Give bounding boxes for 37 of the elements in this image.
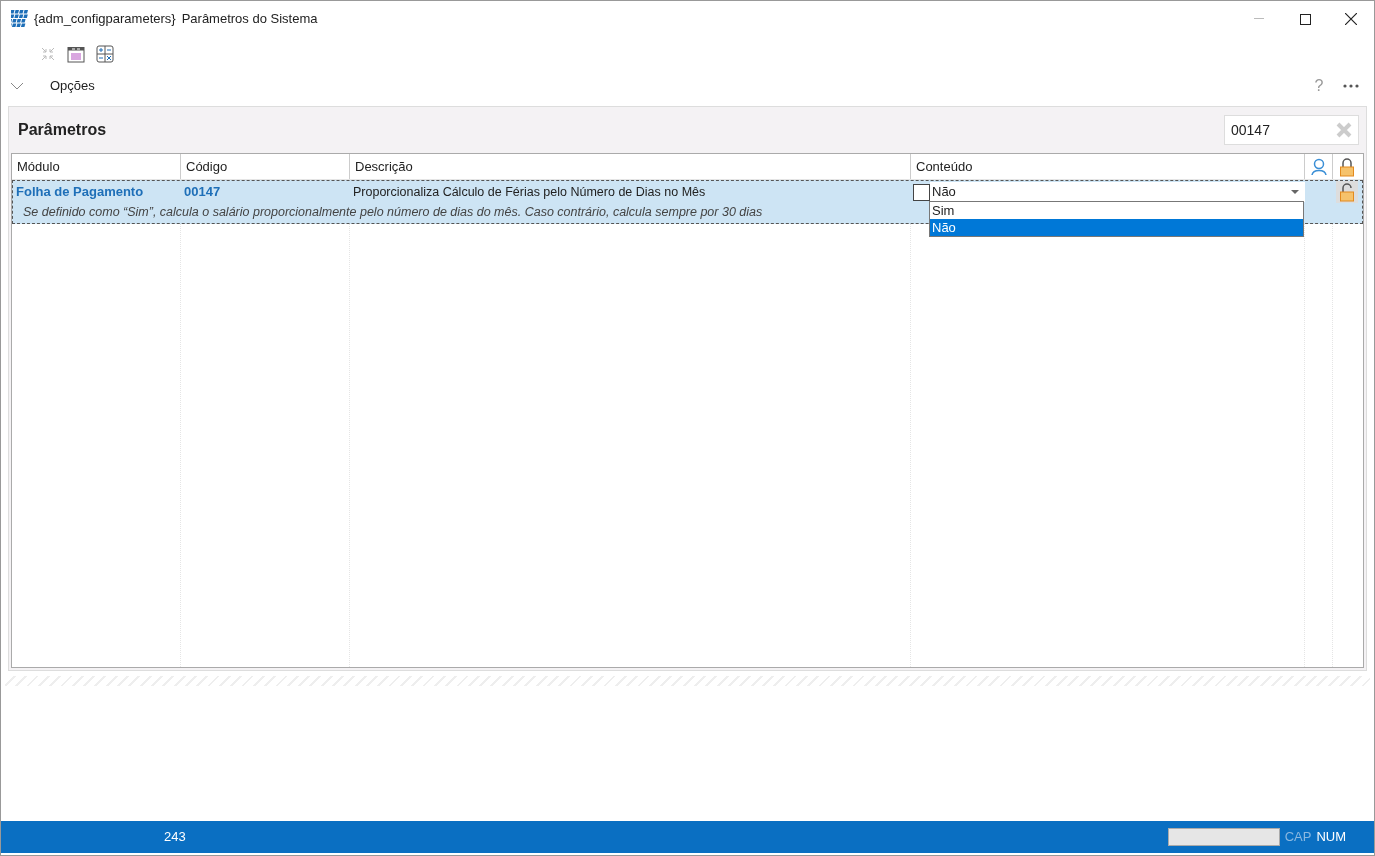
lock-icon	[1339, 182, 1355, 202]
column-header[interactable]: Descrição	[355, 156, 413, 177]
options-label: Opções	[50, 77, 95, 96]
table-cell-text: Folha de Pagamento	[16, 183, 144, 202]
maximize-icon	[1299, 13, 1311, 25]
row-hint: Se definido como “Sim”, calcula o salário proporcionalmente pelo número de dias do mês. Caso contrário, calcula sempre por 30 dias	[23, 203, 763, 221]
dropdown-field[interactable]: Não	[930, 182, 1305, 202]
checkbox[interactable]	[913, 183, 930, 201]
panel-title: Parâmetros	[18, 120, 107, 140]
column-header[interactable]: Módulo	[17, 156, 60, 177]
chevron-icon	[10, 82, 24, 90]
column-header[interactable]: Conteúdo	[916, 156, 973, 177]
caret-icon	[1291, 190, 1299, 194]
clear-icon	[1335, 121, 1353, 139]
user-icon[interactable]	[1309, 157, 1328, 176]
dropdown-option[interactable]: Não	[930, 219, 1303, 236]
calculator-icon	[96, 45, 114, 63]
table-cell-text: 00147	[184, 183, 221, 202]
collapse-icon	[40, 46, 56, 62]
key-indicator: NUM	[1316, 828, 1346, 847]
more-icon	[1343, 84, 1359, 88]
search-input[interactable]: 00147	[1231, 119, 1331, 141]
calendar-icon	[67, 45, 85, 63]
logo-icon	[11, 10, 29, 28]
record-count: 243	[164, 828, 186, 847]
table-cell-text: Proporcionaliza Cálculo de Férias pelo Número de Dias no Mês	[353, 183, 706, 201]
window-subtitle: Parâmetros do Sistema	[181, 10, 318, 29]
column-header[interactable]: Código	[186, 156, 228, 177]
lock-button[interactable]	[1336, 181, 1358, 203]
minimize-icon	[1254, 18, 1264, 20]
search-field[interactable]: 00147	[1224, 115, 1359, 145]
lock-icon[interactable]	[1338, 156, 1355, 177]
window-title: {adm_configparameters}	[34, 10, 176, 29]
calendar-button[interactable]	[66, 44, 86, 64]
key-indicator: CAP	[1284, 828, 1312, 847]
close-icon	[1345, 13, 1357, 25]
calculator-button[interactable]	[95, 44, 115, 64]
